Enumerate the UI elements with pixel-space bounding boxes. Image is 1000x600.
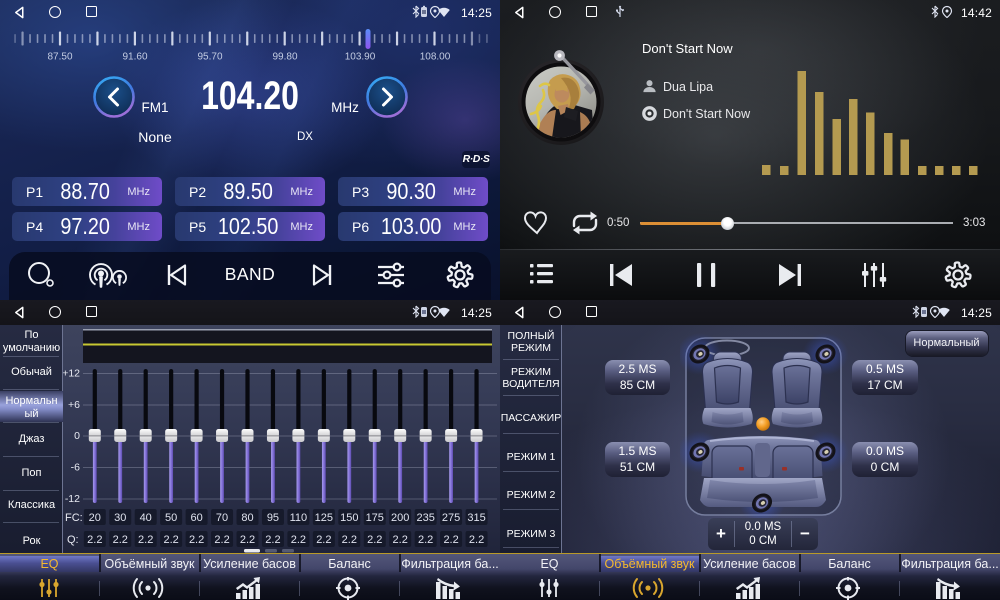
svg-text:2.2: 2.2 [113, 534, 128, 546]
svg-text:2.2: 2.2 [393, 534, 408, 546]
svg-text:+12: +12 [63, 368, 80, 380]
svg-text:-12: -12 [65, 493, 80, 505]
svg-text:-6: -6 [71, 462, 80, 474]
svg-text:175: 175 [366, 512, 384, 524]
svg-text:95.70: 95.70 [197, 52, 222, 63]
svg-text:50: 50 [165, 512, 177, 524]
svg-text:110: 110 [290, 512, 308, 524]
svg-text:99.80: 99.80 [272, 52, 297, 63]
svg-text:103.90: 103.90 [345, 52, 376, 63]
svg-text:125: 125 [315, 512, 333, 524]
svg-text:Q:: Q: [67, 534, 79, 546]
svg-text:150: 150 [340, 512, 358, 524]
svg-text:315: 315 [467, 512, 485, 524]
svg-text:91.60: 91.60 [122, 52, 147, 63]
svg-text:2.2: 2.2 [418, 534, 433, 546]
svg-text:FC:: FC: [65, 512, 83, 524]
svg-text:20: 20 [89, 512, 101, 524]
svg-text:87.50: 87.50 [47, 52, 72, 63]
svg-text:235: 235 [416, 512, 434, 524]
svg-text:2.2: 2.2 [443, 534, 458, 546]
svg-text:2.2: 2.2 [189, 534, 204, 546]
svg-text:2.2: 2.2 [240, 534, 255, 546]
svg-text:2.2: 2.2 [316, 534, 331, 546]
svg-text:2.2: 2.2 [367, 534, 382, 546]
svg-text:30: 30 [114, 512, 126, 524]
svg-text:70: 70 [216, 512, 228, 524]
svg-text:2.2: 2.2 [342, 534, 357, 546]
svg-text:+6: +6 [68, 399, 80, 411]
svg-text:108.00: 108.00 [420, 52, 451, 63]
svg-text:95: 95 [267, 512, 279, 524]
svg-text:200: 200 [391, 512, 409, 524]
svg-text:2.2: 2.2 [138, 534, 153, 546]
svg-text:2.2: 2.2 [87, 534, 102, 546]
svg-text:2.2: 2.2 [164, 534, 179, 546]
svg-text:0: 0 [74, 430, 80, 442]
svg-text:60: 60 [190, 512, 202, 524]
svg-text:2.2: 2.2 [291, 534, 306, 546]
svg-text:40: 40 [140, 512, 152, 524]
svg-text:2.2: 2.2 [265, 534, 280, 546]
svg-text:2.2: 2.2 [214, 534, 229, 546]
svg-text:80: 80 [241, 512, 253, 524]
svg-text:275: 275 [442, 512, 460, 524]
svg-text:2.2: 2.2 [469, 534, 484, 546]
